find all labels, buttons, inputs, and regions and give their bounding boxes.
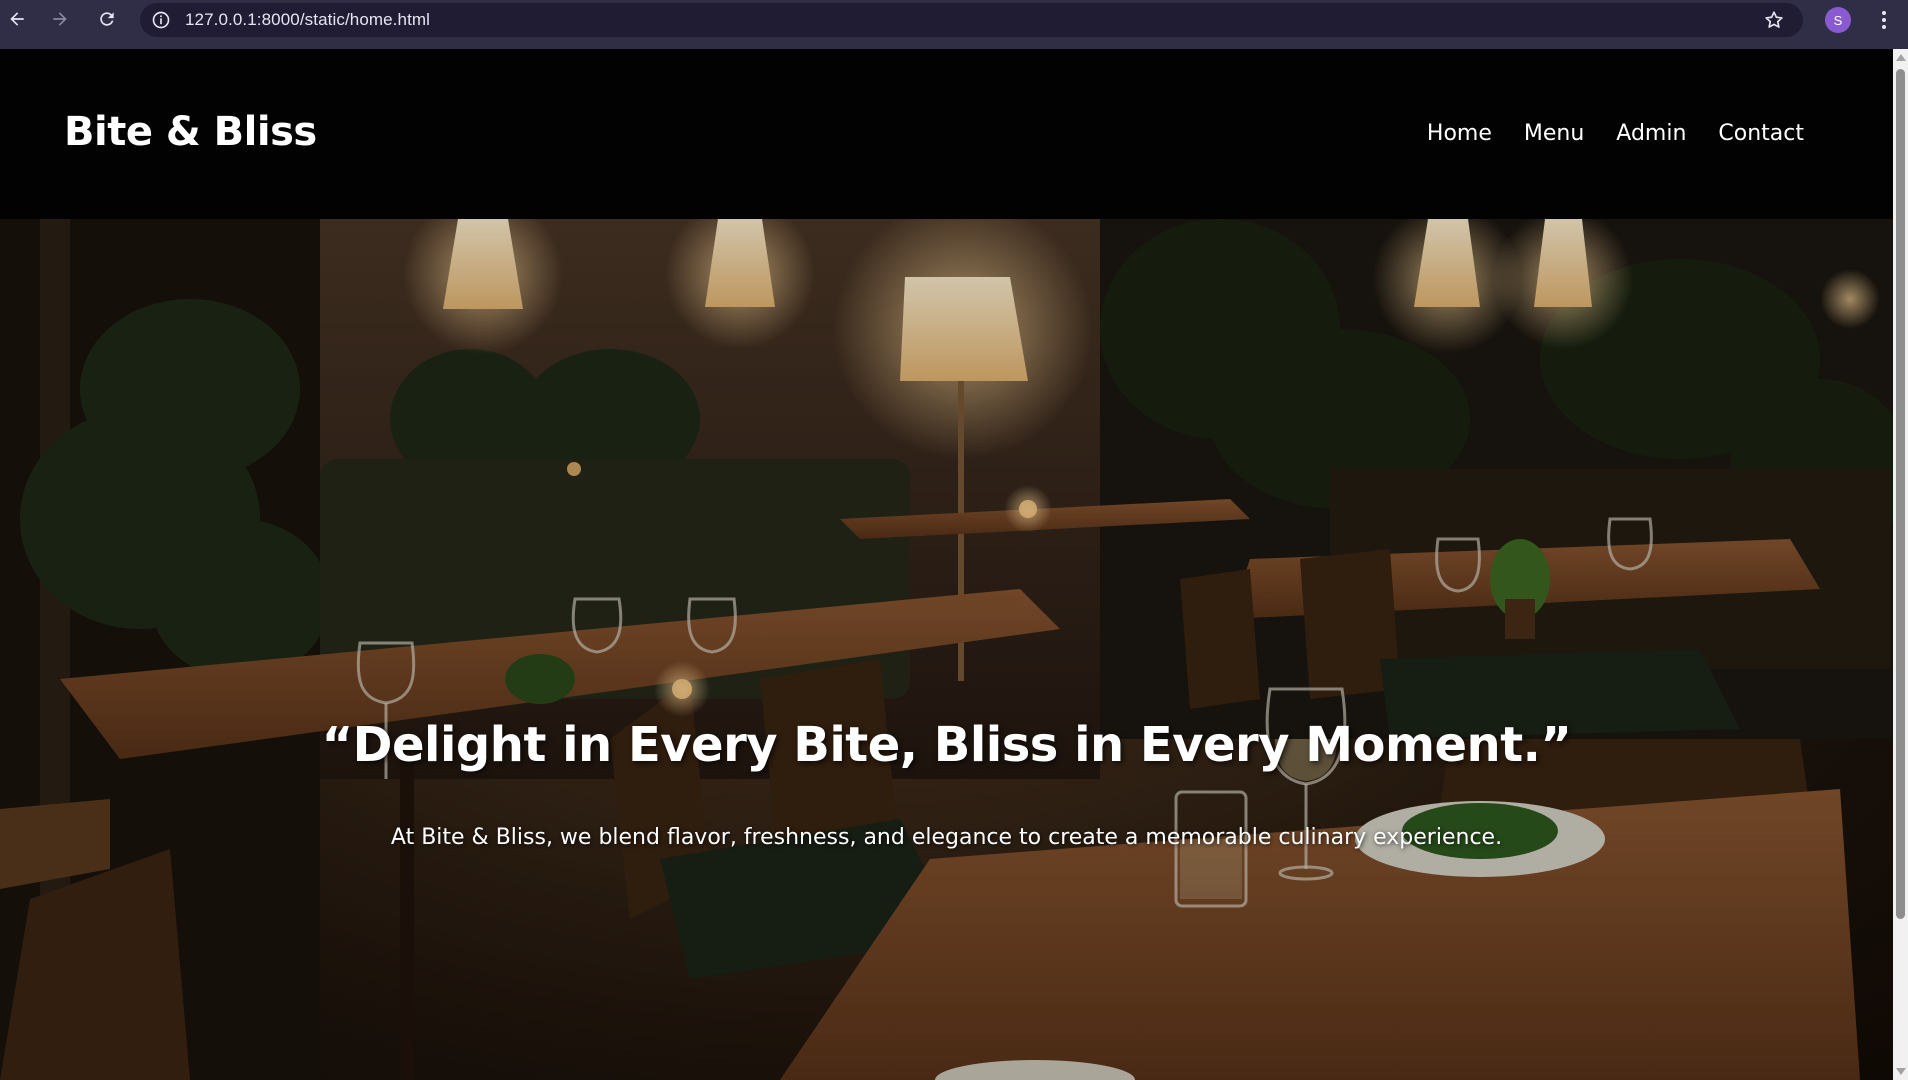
nav-contact[interactable]: Contact bbox=[1718, 121, 1804, 146]
address-bar[interactable]: 127.0.0.1:8000/static/home.html bbox=[140, 3, 1803, 37]
browser-toolbar: 127.0.0.1:8000/static/home.html S bbox=[0, 0, 1908, 49]
nav-home[interactable]: Home bbox=[1427, 121, 1492, 146]
page-scrollbar[interactable] bbox=[1893, 49, 1908, 1080]
main-nav: Home Menu Admin Contact bbox=[1427, 121, 1804, 146]
info-icon[interactable] bbox=[150, 9, 172, 31]
profile-avatar[interactable]: S bbox=[1825, 7, 1851, 33]
arrow-left-icon bbox=[10, 12, 24, 26]
nav-admin[interactable]: Admin bbox=[1616, 121, 1686, 146]
scrollbar-thumb[interactable] bbox=[1896, 69, 1905, 919]
site-header: Bite & Bliss Home Menu Admin Contact bbox=[0, 49, 1893, 219]
scroll-down-icon[interactable] bbox=[1896, 1068, 1906, 1075]
forward-button[interactable] bbox=[48, 7, 72, 31]
page-viewport: Bite & Bliss Home Menu Admin Contact “De… bbox=[0, 49, 1893, 1080]
url-text[interactable]: 127.0.0.1:8000/static/home.html bbox=[185, 10, 430, 30]
arrow-right-icon bbox=[53, 12, 67, 26]
back-button[interactable] bbox=[5, 7, 29, 31]
nav-menu[interactable]: Menu bbox=[1524, 121, 1584, 146]
scroll-up-icon[interactable] bbox=[1896, 54, 1906, 61]
reload-icon bbox=[100, 12, 114, 26]
reload-button[interactable] bbox=[95, 7, 119, 31]
star-icon[interactable] bbox=[1763, 9, 1785, 31]
hero-subtitle: At Bite & Bliss, we blend flavor, freshn… bbox=[390, 825, 1503, 850]
hero-overlay bbox=[0, 219, 1893, 1080]
hero-section: “Delight in Every Bite, Bliss in Every M… bbox=[0, 219, 1893, 1080]
hero-title: “Delight in Every Bite, Bliss in Every M… bbox=[321, 717, 1572, 773]
brand-logo[interactable]: Bite & Bliss bbox=[64, 109, 317, 155]
kebab-menu-icon[interactable] bbox=[1872, 6, 1896, 34]
